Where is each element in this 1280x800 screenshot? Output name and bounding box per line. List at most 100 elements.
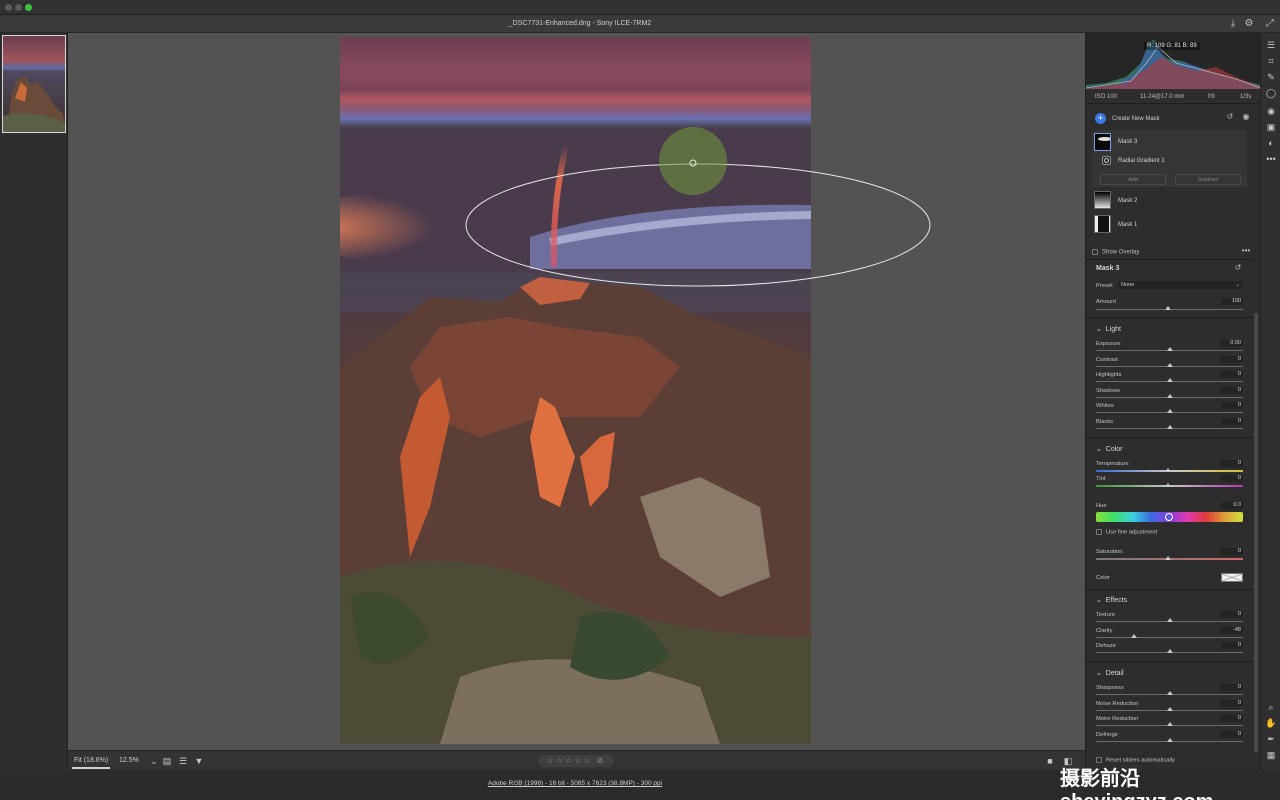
zoom-icon[interactable]: ⌕ [1265,701,1277,713]
saturation-slider-thumb[interactable] [1165,556,1171,560]
clarity-slider-thumb[interactable] [1131,633,1138,638]
fine-adjustment-checkbox[interactable] [1096,529,1102,535]
color-label: Color [1096,575,1110,581]
noise-reduction-slider-thumb[interactable] [1166,706,1173,711]
show-overlay-row[interactable]: Show Overlay [1092,249,1139,256]
contrast-slider-thumb[interactable] [1166,362,1173,367]
grid-icon[interactable]: ▦ [1265,749,1277,761]
radial-gradient-label[interactable]: Radial Gradient 1 [1118,158,1165,164]
detail-section-title[interactable]: ⌄ Detail [1096,669,1124,677]
add-mask-button[interactable]: Add [1100,174,1166,185]
blacks-value[interactable]: 0 [1221,417,1243,425]
blacks-slider-thumb[interactable] [1166,424,1173,429]
effects-section-title[interactable]: ⌄ Effects [1096,596,1127,604]
preset-dropdown[interactable]: None ⌄ [1118,281,1243,289]
amount-slider-thumb[interactable] [1165,306,1171,310]
exposure-slider-thumb[interactable] [1166,347,1173,351]
fullscreen-window-button[interactable] [25,4,32,11]
chevron-down-icon: ⌄ [1096,446,1102,453]
amount-value[interactable]: 100 [1221,298,1243,305]
moire-reduction-slider-thumb[interactable] [1166,722,1173,726]
masking-icon[interactable]: ◯ [1265,87,1277,99]
sort-icon[interactable]: ☰ [177,755,189,767]
close-window-button[interactable] [5,4,12,11]
shadows-slider-thumb[interactable] [1166,393,1173,398]
image-canvas[interactable] [68,33,1085,750]
more-options-icon[interactable]: ••• [1240,245,1252,257]
temperature-value[interactable]: 0 [1221,460,1243,467]
mask-1-thumbnail[interactable] [1094,215,1111,233]
defringe-value[interactable]: 0 [1221,730,1243,738]
noise-reduction-value[interactable]: 0 [1221,699,1243,707]
dehaze-value[interactable]: 0 [1221,642,1243,649]
minimize-window-button[interactable] [15,4,22,11]
sliders-icon[interactable]: ☰ [1265,39,1277,51]
eye-icon[interactable]: ◉ [1240,111,1252,123]
panel-scrollbar[interactable] [1254,313,1258,753]
red-eye-icon[interactable]: ◉ [1265,105,1277,117]
color-section-title[interactable]: ⌄ Color [1096,445,1123,453]
reset-settings-icon[interactable]: ↺ [1232,262,1244,274]
exposure-value[interactable]: 0.00 [1221,340,1243,347]
tint-slider-thumb[interactable] [1165,483,1171,487]
mask-3-group[interactable]: Mask 3 Radial Gradient 1 Add Subtract [1092,130,1247,187]
mask-2-thumbnail[interactable] [1094,191,1111,209]
single-view-icon[interactable]: ■ [1044,755,1056,767]
texture-value[interactable]: 0 [1221,611,1243,618]
create-mask-label[interactable]: Create New Mask [1112,116,1160,122]
whites-slider-thumb[interactable] [1166,409,1173,413]
filmstrip-thumbnail[interactable] [2,35,66,133]
hue-value[interactable]: 0.0 [1221,502,1243,509]
texture-slider-thumb[interactable] [1166,618,1173,622]
mask-3-label[interactable]: Mask 3 [1118,139,1137,145]
expand-icon[interactable]: ⤢ [1264,18,1276,30]
sharpness-value[interactable]: 0 [1221,684,1243,691]
tint-value[interactable]: 0 [1221,475,1243,482]
highlights-slider-thumb[interactable] [1166,378,1173,382]
star-rating[interactable]: ☆☆☆☆☆ ⊘ [538,755,614,767]
temperature-label: Temperature [1096,461,1129,467]
sharpness-slider-thumb[interactable] [1166,691,1173,695]
crop-icon[interactable]: ⌗ [1265,55,1277,67]
hue-label: Hue [1096,503,1107,509]
healing-icon[interactable]: ✎ [1265,71,1277,83]
snapshots-icon[interactable]: ▣ [1265,121,1277,133]
temperature-slider-thumb[interactable] [1165,468,1171,472]
contrast-value[interactable]: 0 [1221,355,1243,363]
hue-slider-thumb[interactable] [1165,513,1173,521]
create-mask-button[interactable]: + [1095,113,1106,124]
save-icon[interactable]: ⤓ [1227,18,1239,30]
radial-gradient-overlay[interactable] [68,33,1085,750]
whites-value[interactable]: 0 [1221,402,1243,409]
reset-mask-icon[interactable]: ↺ [1224,111,1236,123]
filter-icon[interactable]: ▼ [193,755,205,767]
hand-icon[interactable]: ✋ [1265,717,1277,729]
show-overlay-checkbox[interactable] [1092,249,1098,255]
zoom-fit-button[interactable]: Fit (18.6%) [74,757,108,764]
mask-3-thumbnail[interactable] [1094,133,1111,151]
clarity-slider-track[interactable] [1096,636,1243,638]
shadows-value[interactable]: 0 [1221,386,1243,394]
moire-reduction-value[interactable]: 0 [1221,715,1243,722]
presets-icon[interactable]: ◐ [1265,137,1277,149]
mask-1-label[interactable]: Mask 1 [1118,222,1137,228]
saturation-value[interactable]: 0 [1221,548,1243,555]
zoom-level-dropdown[interactable]: 12.5% [119,757,139,764]
sampler-icon[interactable]: ✒ [1265,733,1277,745]
workflow-options-link[interactable]: Adobe RGB (1998) - 16 bit - 5085 x 7623 … [410,780,740,787]
dehaze-slider-thumb[interactable] [1166,649,1173,653]
subtract-mask-button[interactable]: Subtract [1175,174,1241,185]
gear-icon[interactable]: ⚙ [1243,18,1255,30]
chevron-down-icon[interactable]: ⌄ [148,755,160,767]
filmstrip-view-icon[interactable]: ▤ [161,755,173,767]
color-swatch[interactable] [1221,573,1243,582]
light-section-title[interactable]: ⌄ Light [1096,325,1121,333]
highlights-value[interactable]: 0 [1221,371,1243,378]
defringe-slider-thumb[interactable] [1166,737,1173,742]
color-title: Color [1105,446,1123,453]
more-tools-icon[interactable]: ••• [1265,153,1277,165]
tool-strip: ☰ ⌗ ✎ ◯ ◉ ▣ ◐ ••• ⌕ ✋ ✒ ▦ [1260,33,1280,770]
fine-adjustment-row[interactable]: Use fine adjustment [1096,529,1157,536]
mask-2-label[interactable]: Mask 2 [1118,198,1137,204]
clarity-value[interactable]: -48 [1221,626,1243,634]
